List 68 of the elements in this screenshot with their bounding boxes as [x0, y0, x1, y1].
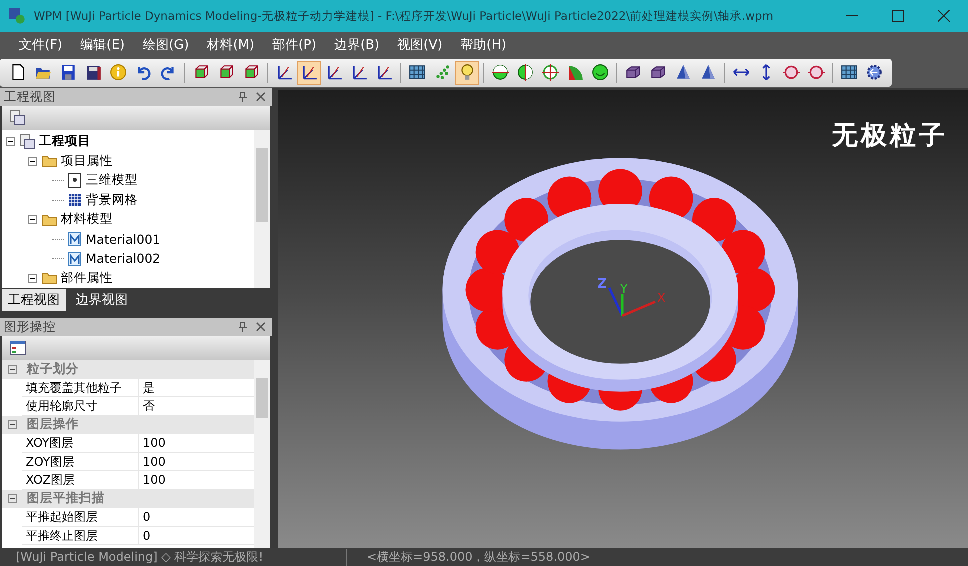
- axis-triad-drawing: Z Y X: [598, 277, 666, 318]
- window-title: WPM [WuJi Particle Dynamics Modeling-无极粒子动力学建模] - F:\程序开发\WuJi Particle\WuJi Particle2022\前处理建模实例\轴承.wpm: [34, 8, 775, 24]
- collapse-icon[interactable]: [8, 420, 17, 430]
- status-text: [WuJi Particle Modeling] ◇ 科学探索无极限!: [0, 548, 347, 566]
- category-label: 粒子划分: [27, 360, 79, 378]
- project-icon: [20, 134, 36, 150]
- tree-item[interactable]: Material001: [86, 232, 161, 247]
- 3d-viewport[interactable]: 无极粒子 Z Y X: [278, 90, 968, 548]
- axes-icon[interactable]: [297, 60, 321, 84]
- tree-item[interactable]: 部件属性: [61, 270, 113, 287]
- light-bulb-icon[interactable]: [455, 60, 479, 84]
- menu-item[interactable]: 材料(M): [200, 36, 262, 54]
- property-name: ZOY图层: [22, 452, 139, 470]
- property-value[interactable]: 100: [139, 471, 166, 488]
- panel-tab[interactable]: 边界视图: [70, 289, 134, 311]
- close-icon[interactable]: [938, 10, 950, 22]
- close-icon[interactable]: [256, 92, 266, 102]
- panel-tab[interactable]: 工程视图: [2, 289, 66, 311]
- tree-item[interactable]: 材料模型: [61, 211, 113, 228]
- panel-title: 图形操控: [4, 318, 57, 336]
- app-icon: [8, 7, 26, 25]
- material-icon: [67, 231, 83, 248]
- scrollbar[interactable]: [254, 360, 270, 548]
- tree-item[interactable]: Material002: [86, 251, 161, 266]
- model-file-icon: [67, 172, 83, 189]
- property-name: XOZ图层: [22, 471, 139, 488]
- property-value[interactable]: 100: [139, 452, 166, 470]
- panel-title: 工程视图: [4, 88, 57, 106]
- tree-item[interactable]: 三维模型: [86, 172, 138, 190]
- project-icon[interactable]: [10, 110, 26, 126]
- menu-item[interactable]: 帮助(H): [454, 36, 514, 54]
- status-coordinates: <横坐标=958.000，纵坐标=558.000>: [366, 548, 590, 566]
- logo-text: 无极粒子: [832, 120, 948, 153]
- tree-item[interactable]: 背景网格: [86, 192, 138, 209]
- menu-item[interactable]: 编辑(E): [74, 36, 132, 54]
- menu-item[interactable]: 部件(P): [266, 36, 324, 54]
- menu-item[interactable]: 边界(B): [328, 36, 387, 54]
- category-label: 图层操作: [27, 416, 79, 434]
- maximize-icon[interactable]: [892, 10, 904, 22]
- scrollbar[interactable]: [254, 130, 270, 288]
- property-value[interactable]: 100: [139, 434, 166, 452]
- collapse-icon[interactable]: [6, 137, 15, 146]
- property-value[interactable]: 0: [139, 526, 151, 544]
- property-name: 平推起始图层: [22, 508, 139, 526]
- grid-icon: [67, 192, 83, 208]
- collapse-icon[interactable]: [28, 274, 37, 283]
- tree-item[interactable]: 工程项目: [39, 133, 91, 150]
- pin-icon[interactable]: [238, 92, 248, 102]
- property-name: XOY图层: [22, 434, 139, 452]
- property-name: 使用轮廓尺寸: [22, 397, 139, 414]
- pin-icon[interactable]: [238, 322, 248, 332]
- material-icon: [67, 250, 83, 267]
- menu-item[interactable]: 文件(F): [12, 36, 70, 54]
- property-grid-icon[interactable]: [10, 341, 26, 355]
- property-value[interactable]: 0: [139, 508, 151, 526]
- collapse-icon[interactable]: [8, 494, 17, 504]
- collapse-icon[interactable]: [28, 215, 37, 224]
- tree-item[interactable]: 项目属性: [61, 152, 113, 170]
- close-icon[interactable]: [256, 322, 266, 332]
- collapse-icon[interactable]: [28, 156, 37, 166]
- property-name: 填充覆盖其他粒子: [22, 378, 139, 396]
- property-name: 平推终止图层: [22, 526, 139, 544]
- category-label: 图层平推扫描: [27, 490, 105, 508]
- collapse-icon[interactable]: [8, 364, 17, 374]
- property-value[interactable]: 否: [139, 397, 155, 414]
- menu-item[interactable]: 绘图(G): [136, 36, 196, 54]
- menu-item[interactable]: 视图(V): [390, 36, 450, 54]
- property-value[interactable]: 是: [139, 378, 155, 396]
